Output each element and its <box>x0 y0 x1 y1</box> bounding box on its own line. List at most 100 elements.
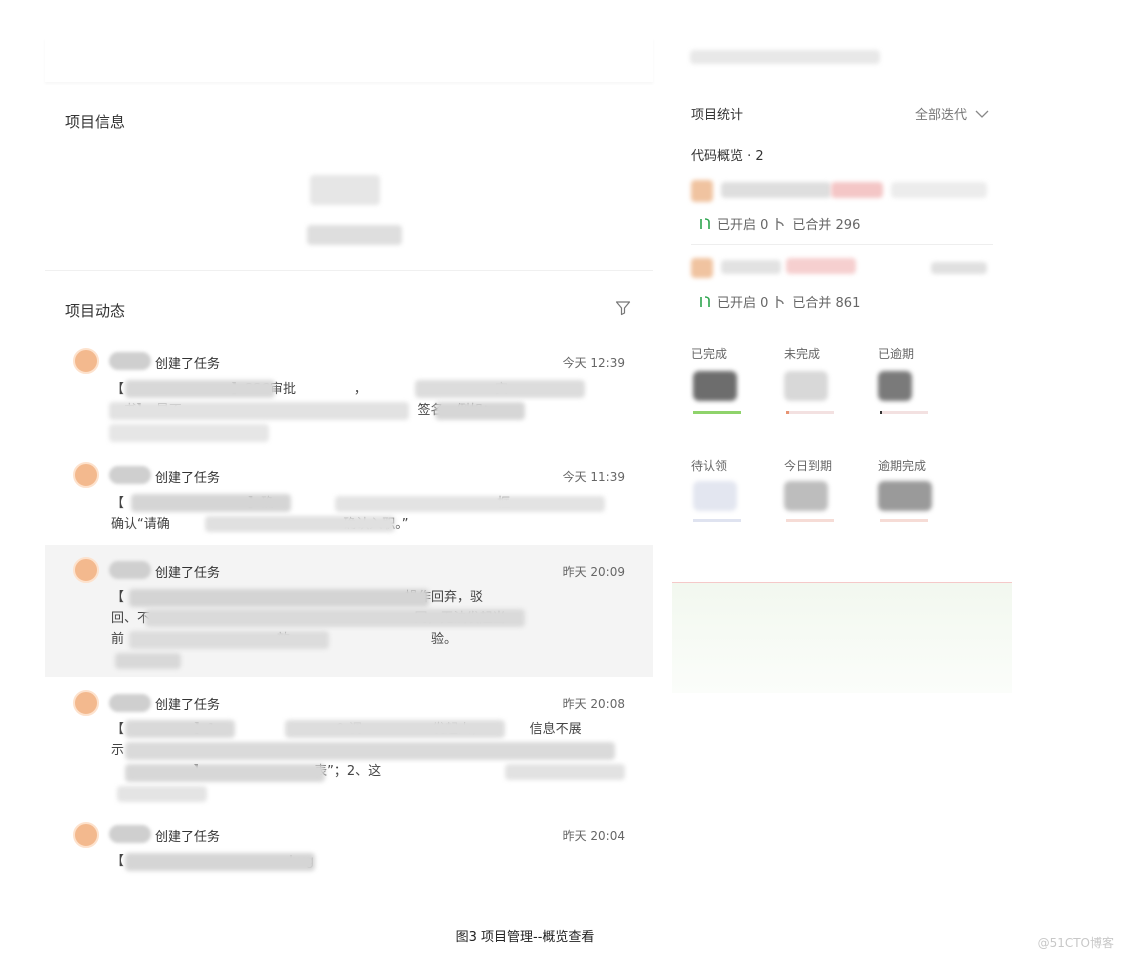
redaction <box>125 720 235 738</box>
redaction <box>435 402 525 420</box>
activity-time: 昨天 20:09 <box>562 565 625 579</box>
stat-label: 待认领 <box>691 459 728 473</box>
stat-bar <box>880 519 928 522</box>
redaction <box>931 262 987 274</box>
stat-card[interactable]: 已逾期 <box>878 345 948 415</box>
merged-icon <box>776 295 785 308</box>
user-name <box>109 466 151 484</box>
iteration-select[interactable]: 全部迭代 <box>915 104 989 123</box>
code-overview-title: 代码概览 · 2 <box>691 149 764 164</box>
stat-bar-fill <box>693 411 741 414</box>
activity-item[interactable]: 创建了任务 昨天 20:09 【 操作回弃，驳 回、不 同，无法发起当 前 <box>45 545 653 677</box>
activity-action: 创建了任务 <box>155 698 221 713</box>
avatar <box>73 557 99 583</box>
project-activity-title: 项目动态 <box>65 302 126 320</box>
activity-item[interactable]: 创建了任务 昨天 20:04 【 bug <box>45 817 653 877</box>
user-name <box>109 825 151 843</box>
repo-mr-stats: 已开启 0 已合并 296 <box>699 214 860 233</box>
stat-card[interactable]: 已完成 <box>691 345 761 415</box>
stat-value <box>693 481 737 511</box>
redaction <box>285 720 505 738</box>
filter-icon[interactable] <box>615 300 631 316</box>
repo-avatar <box>691 180 713 202</box>
redaction <box>415 380 585 398</box>
redaction <box>690 50 880 64</box>
stat-card[interactable]: 今日到期 <box>784 457 854 527</box>
stat-bar <box>880 411 928 414</box>
redaction <box>109 424 269 442</box>
redaction <box>335 496 605 512</box>
repo-opened: 已开启 0 <box>717 296 769 311</box>
repo-item[interactable]: 已开启 0 已合并 296 <box>691 178 993 245</box>
stat-bar-fill <box>880 411 882 414</box>
redaction <box>205 516 395 532</box>
redaction <box>129 589 429 607</box>
activity-item[interactable]: 创建了任务 昨天 20:08 【 】1、 0-调 发起人， 信息不展 示 <box>45 682 653 810</box>
repo-name <box>721 182 831 198</box>
stat-label: 已逾期 <box>878 347 915 361</box>
stat-bar-fill <box>786 411 789 414</box>
user-name <box>109 561 151 579</box>
activity-action: 创建了任务 <box>155 357 221 372</box>
stat-value <box>693 371 737 401</box>
redaction <box>109 402 409 420</box>
project-stats-title: 项目统计 <box>691 108 744 123</box>
project-stats-card: 项目统计 全部迭代 代码概览 · 2 已开启 0 已合并 296 已开启 0 已… <box>672 40 1030 880</box>
activity-time: 今天 11:39 <box>562 470 625 484</box>
avatar <box>73 822 99 848</box>
stat-label: 逾期完成 <box>878 459 927 473</box>
redaction <box>831 182 883 198</box>
merge-request-icon <box>700 295 710 307</box>
redaction <box>891 182 987 198</box>
stat-card[interactable]: 未完成 <box>784 345 854 415</box>
repo-merged: 已合并 861 <box>792 296 861 311</box>
activity-time: 昨天 20:08 <box>562 697 625 711</box>
stat-card[interactable]: 逾期完成 <box>878 457 948 527</box>
info-placeholder-text <box>307 225 402 245</box>
repo-mr-stats: 已开启 0 已合并 861 <box>699 292 860 311</box>
user-name <box>109 694 151 712</box>
stat-value <box>784 481 828 511</box>
project-info-title: 项目信息 <box>65 113 126 131</box>
activity-action: 创建了任务 <box>155 566 221 581</box>
stat-label: 已完成 <box>691 347 728 361</box>
redaction <box>786 258 856 274</box>
redaction <box>145 609 525 627</box>
stat-bar <box>786 519 834 522</box>
chevron-down-icon <box>975 110 989 118</box>
repo-merged: 已合并 296 <box>792 218 861 233</box>
iteration-select-label: 全部迭代 <box>915 108 968 123</box>
stat-value <box>878 371 912 401</box>
burndown-chart-area <box>672 582 1012 693</box>
project-info-card: 项目信息 <box>45 85 653 271</box>
repo-item[interactable]: 已开启 0 已合并 861 <box>691 256 993 322</box>
redaction <box>125 742 615 760</box>
activity-item[interactable]: 创建了任务 今天 11:39 【 】确 框 确认“请确 确认入职。” <box>45 456 653 540</box>
activity-time: 今天 12:39 <box>562 356 625 370</box>
avatar <box>73 690 99 716</box>
activity-time: 昨天 20:04 <box>562 829 625 843</box>
redaction <box>117 786 207 802</box>
redaction <box>125 853 315 871</box>
activity-action: 创建了任务 <box>155 830 221 845</box>
figure-caption: 图3 项目管理--概览查看 <box>455 930 595 945</box>
stat-card[interactable]: 待认领 <box>691 457 761 527</box>
merged-icon <box>776 217 785 230</box>
activity-item[interactable]: 创建了任务 今天 12:39 【 】SSC审批 ， 实 书】，是不 签名，例如： <box>45 342 653 450</box>
stat-label: 今日到期 <box>784 459 833 473</box>
merge-request-icon <box>700 217 710 229</box>
redaction <box>125 764 325 782</box>
stat-value <box>878 481 932 511</box>
info-placeholder-image <box>310 175 380 205</box>
repo-opened: 已开启 0 <box>717 218 769 233</box>
stat-bar <box>786 411 834 414</box>
avatar <box>73 348 99 374</box>
activity-action: 创建了任务 <box>155 471 221 486</box>
redaction <box>129 631 329 649</box>
user-name <box>109 352 151 370</box>
avatar <box>73 462 99 488</box>
redaction <box>115 653 181 669</box>
redaction <box>125 380 275 398</box>
redaction <box>505 764 625 780</box>
repo-name <box>721 260 781 274</box>
